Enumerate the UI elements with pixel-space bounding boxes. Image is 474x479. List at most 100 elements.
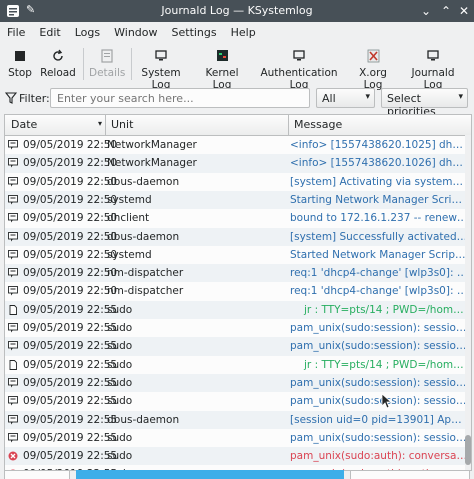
table-row[interactable]: 09/05/2019 22:55sudo pam_unix(sudo:auth):…: [5, 447, 471, 466]
cell-unit: systemd: [107, 193, 152, 206]
log-table[interactable]: Date ▾ Unit Message 09/05/2019 22:50 Netw…: [4, 114, 472, 471]
cell-unit: nm-dispatcher: [107, 285, 184, 298]
filter-icon: [5, 92, 17, 104]
info-icon: [8, 396, 18, 406]
menu-help[interactable]: Help: [224, 26, 263, 39]
stop-icon: [11, 48, 29, 64]
bottom-button[interactable]: [350, 470, 470, 479]
bottom-tab-active[interactable]: [76, 470, 344, 479]
cell-message: [system] Successfully activated service: [290, 230, 468, 243]
chevron-down-icon: ▾: [458, 92, 463, 102]
cell-message: bound to 172.16.1.237 -- renewal in 1669: [290, 212, 468, 225]
kernel-icon: [213, 48, 231, 64]
journald-log-button[interactable]: Journald Log: [404, 44, 462, 91]
reload-button[interactable]: Reload: [40, 44, 76, 84]
minimize-button[interactable]: ⌄: [418, 3, 434, 19]
menu-settings[interactable]: Settings: [165, 26, 224, 39]
cell-date: 09/05/2019 22:50: [23, 157, 118, 170]
reload-label: Reload: [40, 67, 76, 79]
cell-unit: systemd: [107, 248, 152, 261]
cell-message: Starting Network Manager Script Dispatch…: [290, 193, 468, 206]
info-icon: [8, 213, 18, 223]
table-row[interactable]: 09/05/2019 22:50 dbus-daemon [system] Acti…: [5, 173, 471, 191]
filter-bar: Filter: All ▾ Select priorities ▾: [0, 86, 474, 118]
cell-date: 09/05/2019 22:55: [23, 376, 118, 389]
search-input[interactable]: [50, 88, 310, 108]
table-row[interactable]: 09/05/2019 22:55 sudo pam_unix(sudo:sessio…: [5, 373, 471, 393]
table-header: Date ▾ Unit Message: [5, 115, 471, 136]
close-button[interactable]: ✕: [456, 3, 472, 19]
authentication-log-button[interactable]: Authentication Log: [257, 44, 341, 91]
column-header-message[interactable]: Message: [294, 118, 342, 131]
details-icon: [98, 48, 116, 64]
table-row[interactable]: 09/05/2019 22:50 dbus-daemon [system] Succ…: [5, 227, 471, 246]
table-row[interactable]: 09/05/2019 22:55 sudo pam_unix(sudo:sessio…: [5, 319, 471, 337]
info-icon: [8, 323, 18, 333]
stop-button[interactable]: Stop: [6, 44, 34, 84]
menu-window[interactable]: Window: [107, 26, 164, 39]
bottom-bar: [0, 470, 474, 479]
table-row[interactable]: 09/05/2019 22:55 sudo pam_unix(sudo:sessio…: [5, 337, 471, 356]
table-row[interactable]: 09/05/2019 22:55 sudo pam_unix(sudo:sessio…: [5, 429, 471, 447]
info-icon: [8, 176, 18, 187]
reload-icon: [49, 48, 67, 64]
xorg-log-button[interactable]: X.org Log: [350, 44, 396, 91]
column-header-unit[interactable]: Unit: [111, 118, 133, 131]
table-row[interactable]: 09/05/2019 22:50 nm-dispatcher req:1 'dhcp…: [5, 282, 471, 300]
cell-message: [system] Activating via systemd: service…: [290, 175, 468, 188]
details-label: Details: [89, 67, 126, 79]
xorg-icon: [364, 48, 382, 64]
column-filter-select[interactable]: All ▾: [316, 88, 375, 108]
column-filter-value: All: [322, 92, 336, 105]
cell-message: jr : TTY=pts/14 ; PWD=/home/jr ;: [304, 358, 468, 371]
system-log-button[interactable]: System Log: [135, 44, 187, 91]
cell-unit: sudo: [107, 395, 133, 408]
cell-date: 09/05/2019 22:55: [23, 340, 118, 353]
cell-date: 09/05/2019 22:55: [23, 395, 118, 408]
table-row[interactable]: 09/05/2019 22:50 dhclient bound to 172.16.…: [5, 209, 471, 227]
cell-message: jr : TTY=pts/14 ; PWD=/home/jr ;: [304, 303, 468, 316]
bottom-button[interactable]: [4, 470, 70, 479]
menu-logs[interactable]: Logs: [68, 26, 107, 39]
info-icon: [8, 231, 18, 241]
details-button[interactable]: Details: [89, 44, 125, 84]
cell-unit: dhclient: [107, 212, 150, 225]
scrollbar-thumb[interactable]: [465, 435, 471, 465]
menu-bar: File Edit Logs Window Settings Help: [0, 22, 474, 42]
table-row[interactable]: 09/05/2019 22:55 sudo jr : TTY=pts/14 ; PW…: [5, 300, 471, 319]
cell-unit: sudo: [107, 358, 133, 371]
cell-unit: sudo: [107, 340, 133, 353]
cell-date: 09/05/2019 22:50: [23, 248, 118, 261]
notice-icon: [9, 359, 17, 370]
maximize-button[interactable]: ⌃: [438, 3, 454, 19]
cell-message: <info> [1557438620.1025] dhcp4 (wlp3s0):: [290, 139, 468, 151]
cell-date: 09/05/2019 22:55: [23, 450, 118, 463]
table-row[interactable]: 09/05/2019 22:50 systemd Started Network M…: [5, 246, 471, 264]
column-header-date[interactable]: Date: [11, 118, 37, 131]
priority-filter-select[interactable]: Select priorities ▾: [381, 88, 468, 118]
kernel-log-button[interactable]: Kernel Log: [197, 44, 247, 91]
column-divider[interactable]: [105, 115, 106, 135]
vertical-scrollbar[interactable]: [465, 135, 471, 470]
cell-unit: dbus-daemon: [107, 175, 180, 188]
table-row[interactable]: 09/05/2019 22:55 dbus-daemon [session uid=…: [5, 410, 471, 429]
table-row[interactable]: 09/05/2019 22:50 nm-dispatcher req:1 'dhcp…: [5, 264, 471, 283]
notice-icon: [9, 304, 17, 315]
menu-file[interactable]: File: [0, 26, 32, 39]
cell-unit: dbus-daemon: [107, 230, 180, 243]
cell-date: 09/05/2019 22:55: [23, 358, 118, 371]
cell-date: 09/05/2019 22:50: [23, 285, 118, 298]
table-row[interactable]: 09/05/2019 22:50 systemd Starting Network …: [5, 190, 471, 210]
menu-edit[interactable]: Edit: [32, 26, 67, 39]
cell-message: [session uid=0 pid=13901] AppArmor: [290, 413, 468, 426]
cell-date: 09/05/2019 22:50: [23, 139, 118, 151]
table-row[interactable]: 09/05/2019 22:55 sudo jr : TTY=pts/14 ; PW…: [5, 356, 471, 374]
cell-message: pam_unix(sudo:auth): conversation failed: [290, 450, 468, 463]
table-row[interactable]: 09/05/2019 22:50 NetworkManager <info> [15…: [5, 136, 471, 154]
cell-date: 09/05/2019 22:55: [23, 413, 118, 426]
table-row[interactable]: 09/05/2019 22:50 NetworkManager <info> [15…: [5, 154, 471, 173]
column-divider[interactable]: [288, 115, 289, 135]
cell-message: pam_unix(sudo:session): session closed: [290, 431, 468, 444]
table-row[interactable]: 09/05/2019 22:55 sudo pam_unix(sudo:sessio…: [5, 392, 471, 410]
monitor-icon: [152, 48, 170, 64]
